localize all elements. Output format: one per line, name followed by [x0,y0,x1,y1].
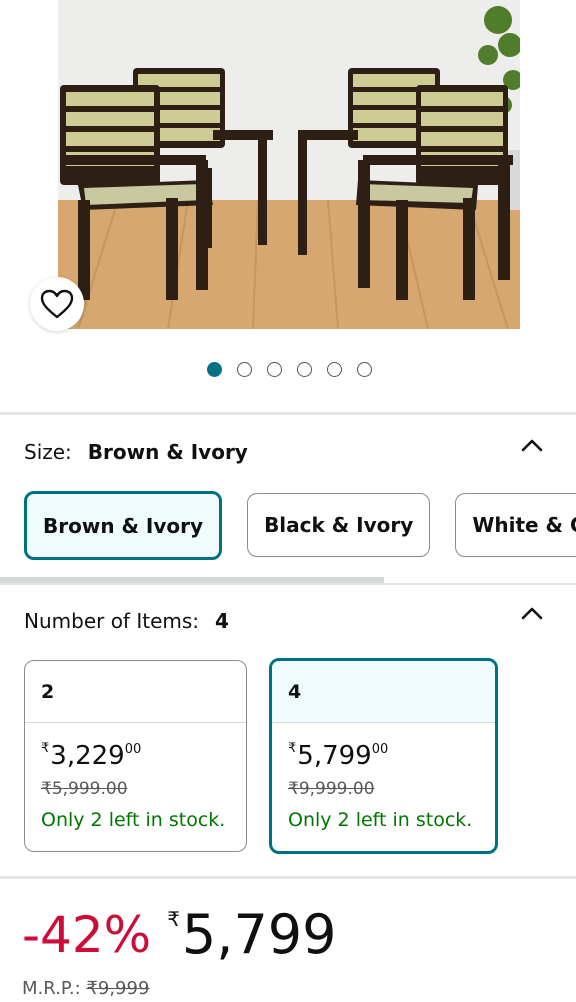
size-label: Size: [24,440,72,464]
discount-percent: -42% [22,906,152,964]
mrp-label: M.R.P.: [22,978,81,999]
mrp: M.R.P.: ₹9,999 [22,978,149,999]
size-option-brown-ivory[interactable]: Brown & Ivory [24,491,223,560]
price-fraction: 00 [124,742,142,757]
option-mrp: ₹9,999.00 [288,779,375,799]
section-divider [0,583,576,585]
quantity-option-card-selected[interactable]: 4 ₹ 5,799 00 ₹9,999.00 Only 2 left in st… [269,658,498,854]
currency-symbol: ₹ [41,741,50,756]
currency-symbol: ₹ [288,741,297,756]
quantity-option-count: 2 [25,661,246,723]
price-whole: 5,799 [297,741,372,771]
currency-symbol: ₹ [167,907,180,931]
quantity-option-count: 4 [272,661,495,723]
size-option-label: White & G [472,513,576,537]
carousel-dot[interactable] [326,362,342,377]
price-fraction: 00 [371,742,389,757]
deal-price: -42% ₹ 5,799 [22,905,337,965]
wishlist-button[interactable] [30,277,84,331]
chevron-up-icon[interactable] [520,437,544,453]
price-whole: 3,229 [50,741,125,771]
size-selected-value: Brown & Ivory [87,440,248,464]
section-divider [0,412,576,415]
size-header[interactable]: Size: Brown & Ivory [24,440,248,464]
carousel-dot[interactable] [266,362,282,377]
option-mrp: ₹5,999.00 [41,779,128,799]
stock-status: Only 2 left in stock. [288,809,473,831]
quantity-options: 2 ₹ 3,229 00 ₹5,999.00 Only 2 left in st… [24,658,498,854]
price-amount: 5,799 [181,903,337,966]
section-divider [0,876,576,879]
quantity-label: Number of Items: [24,609,200,633]
carousel-dot[interactable] [206,362,222,377]
size-option-label: Black & Ivory [264,513,414,537]
carousel-dot[interactable] [356,362,372,377]
size-options: Brown & Ivory Black & Ivory White & G [24,491,576,560]
quantity-option-card[interactable]: 2 ₹ 3,229 00 ₹5,999.00 Only 2 left in st… [24,660,247,852]
stock-status: Only 2 left in stock. [41,809,226,831]
quantity-selected-value: 4 [215,609,229,633]
size-option-white[interactable]: White & G [455,493,576,557]
size-option-label: Brown & Ivory [43,513,204,538]
heart-outline-icon [40,289,74,319]
option-price: ₹ 5,799 00 [288,741,495,771]
carousel-indicator [0,362,576,377]
mrp-value: ₹9,999 [86,978,150,999]
chairs-illustration [58,0,520,329]
size-option-black-ivory[interactable]: Black & Ivory [247,493,431,557]
chevron-up-icon[interactable] [520,605,544,621]
product-image[interactable] [58,0,520,329]
carousel-dot[interactable] [236,362,252,377]
carousel-dot[interactable] [296,362,312,377]
product-image-gallery [0,0,576,400]
option-price: ₹ 3,229 00 [41,741,246,771]
quantity-header[interactable]: Number of Items: 4 [24,609,229,633]
